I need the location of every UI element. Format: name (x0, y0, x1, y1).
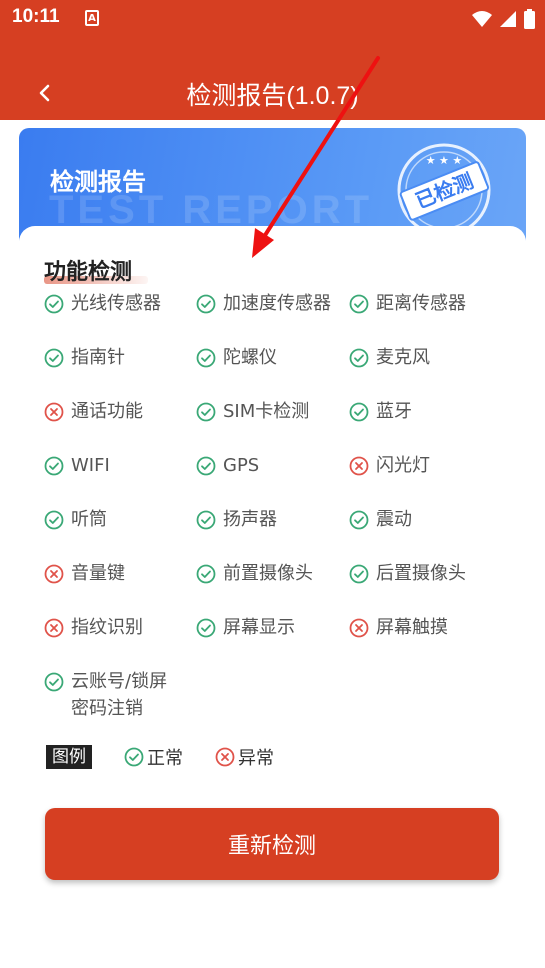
battery-icon (524, 9, 535, 29)
check-circle-icon (124, 747, 144, 767)
test-item-label: 前置摄像头 (223, 563, 313, 584)
test-item: 麦克风 (349, 344, 430, 371)
page-title: 检测报告(1.0.7) (186, 82, 359, 110)
legend-tag: 图例 (46, 745, 92, 769)
test-item-label: 屏幕触摸 (376, 617, 448, 638)
check-circle-icon (44, 348, 64, 368)
check-circle-icon (349, 510, 369, 530)
test-item-label: 闪光灯 (376, 455, 430, 476)
svg-text:★ ★ ★: ★ ★ ★ (426, 154, 463, 167)
test-item: 距离传感器 (349, 290, 466, 317)
test-item: 屏幕触摸 (349, 614, 448, 641)
check-circle-icon (196, 510, 216, 530)
test-item: 加速度传感器 (196, 290, 331, 317)
check-circle-icon (349, 294, 369, 314)
test-item-label: 屏幕显示 (223, 617, 295, 638)
legend-ok-label: 正常 (147, 748, 183, 769)
app-notification-icon: A (85, 10, 99, 26)
check-circle-icon (196, 456, 216, 476)
check-circle-icon (44, 456, 64, 476)
test-item: 指南针 (44, 344, 125, 371)
status-bar: 10:11 A (0, 0, 545, 38)
test-item-label: WIFI (71, 455, 110, 476)
check-circle-icon (349, 348, 369, 368)
banner-title: 检测报告 (50, 168, 146, 196)
test-item: 云账号/锁屏 密码注销 (44, 668, 167, 722)
test-item: GPS (196, 452, 259, 479)
check-circle-icon (196, 402, 216, 422)
cross-circle-icon (44, 618, 64, 638)
check-circle-icon (196, 618, 216, 638)
app-bar: 检测报告(1.0.7) (0, 38, 545, 120)
test-item: 音量键 (44, 560, 125, 587)
test-item: 光线传感器 (44, 290, 161, 317)
test-item: SIM卡检测 (196, 398, 309, 425)
test-item: 指纹识别 (44, 614, 143, 641)
test-item-label: SIM卡检测 (223, 401, 310, 422)
test-item-label: GPS (223, 455, 260, 476)
check-circle-icon (349, 564, 369, 584)
retest-button[interactable]: 重新检测 (45, 808, 499, 880)
test-item: WIFI (44, 452, 110, 479)
test-item-label: 听筒 (71, 509, 107, 530)
test-item-label: 距离传感器 (376, 293, 466, 314)
status-time: 10:11 (12, 6, 60, 27)
test-item: 听筒 (44, 506, 107, 533)
test-item-label: 麦克风 (376, 347, 430, 368)
check-circle-icon (196, 294, 216, 314)
cross-circle-icon (44, 564, 64, 584)
check-circle-icon (44, 510, 64, 530)
test-item-label: 陀螺仪 (223, 347, 277, 368)
status-icons (472, 8, 535, 30)
cross-circle-icon (349, 618, 369, 638)
check-circle-icon (349, 402, 369, 422)
check-circle-icon (196, 348, 216, 368)
test-item-label: 扬声器 (223, 509, 277, 530)
test-item: 前置摄像头 (196, 560, 313, 587)
test-item-label: 蓝牙 (376, 401, 412, 422)
test-item: 扬声器 (196, 506, 277, 533)
test-item: 闪光灯 (349, 452, 430, 479)
legend-fail-label: 异常 (238, 748, 274, 769)
legend-ok: 正常 (124, 744, 183, 770)
section-title: 功能检测 (44, 260, 133, 285)
check-circle-icon (44, 294, 64, 314)
wifi-icon (472, 11, 492, 27)
test-item-label: 指纹识别 (71, 617, 143, 638)
test-item: 后置摄像头 (349, 560, 466, 587)
test-item-label: 通话功能 (71, 401, 143, 422)
check-circle-icon (44, 672, 64, 692)
cross-circle-icon (44, 402, 64, 422)
signal-icon (500, 11, 516, 27)
test-item-label: 指南针 (71, 347, 125, 368)
legend-fail: 异常 (215, 744, 274, 770)
test-item: 陀螺仪 (196, 344, 277, 371)
cross-circle-icon (215, 747, 235, 767)
test-item: 通话功能 (44, 398, 143, 425)
test-item: 蓝牙 (349, 398, 412, 425)
test-item: 震动 (349, 506, 412, 533)
cross-circle-icon (349, 456, 369, 476)
test-item-label: 光线传感器 (71, 293, 161, 314)
function-test-card: 功能检测 光线传感器 加速度传感器 距离传感器指南针 陀螺仪 麦克风通话功能 SIM卡检测… (19, 226, 526, 968)
check-circle-icon (196, 564, 216, 584)
test-item-label: 云账号/锁屏 密码注销 (71, 671, 168, 719)
legend: 图例 正常 异常 (46, 744, 306, 770)
test-item-label: 后置摄像头 (376, 563, 466, 584)
test-item-label: 加速度传感器 (223, 293, 331, 314)
test-item-label: 音量键 (71, 563, 125, 584)
test-item-label: 震动 (376, 509, 412, 530)
checked-stamp: 已检测 ★ ★ ★ (397, 143, 491, 237)
test-item: 屏幕显示 (196, 614, 295, 641)
